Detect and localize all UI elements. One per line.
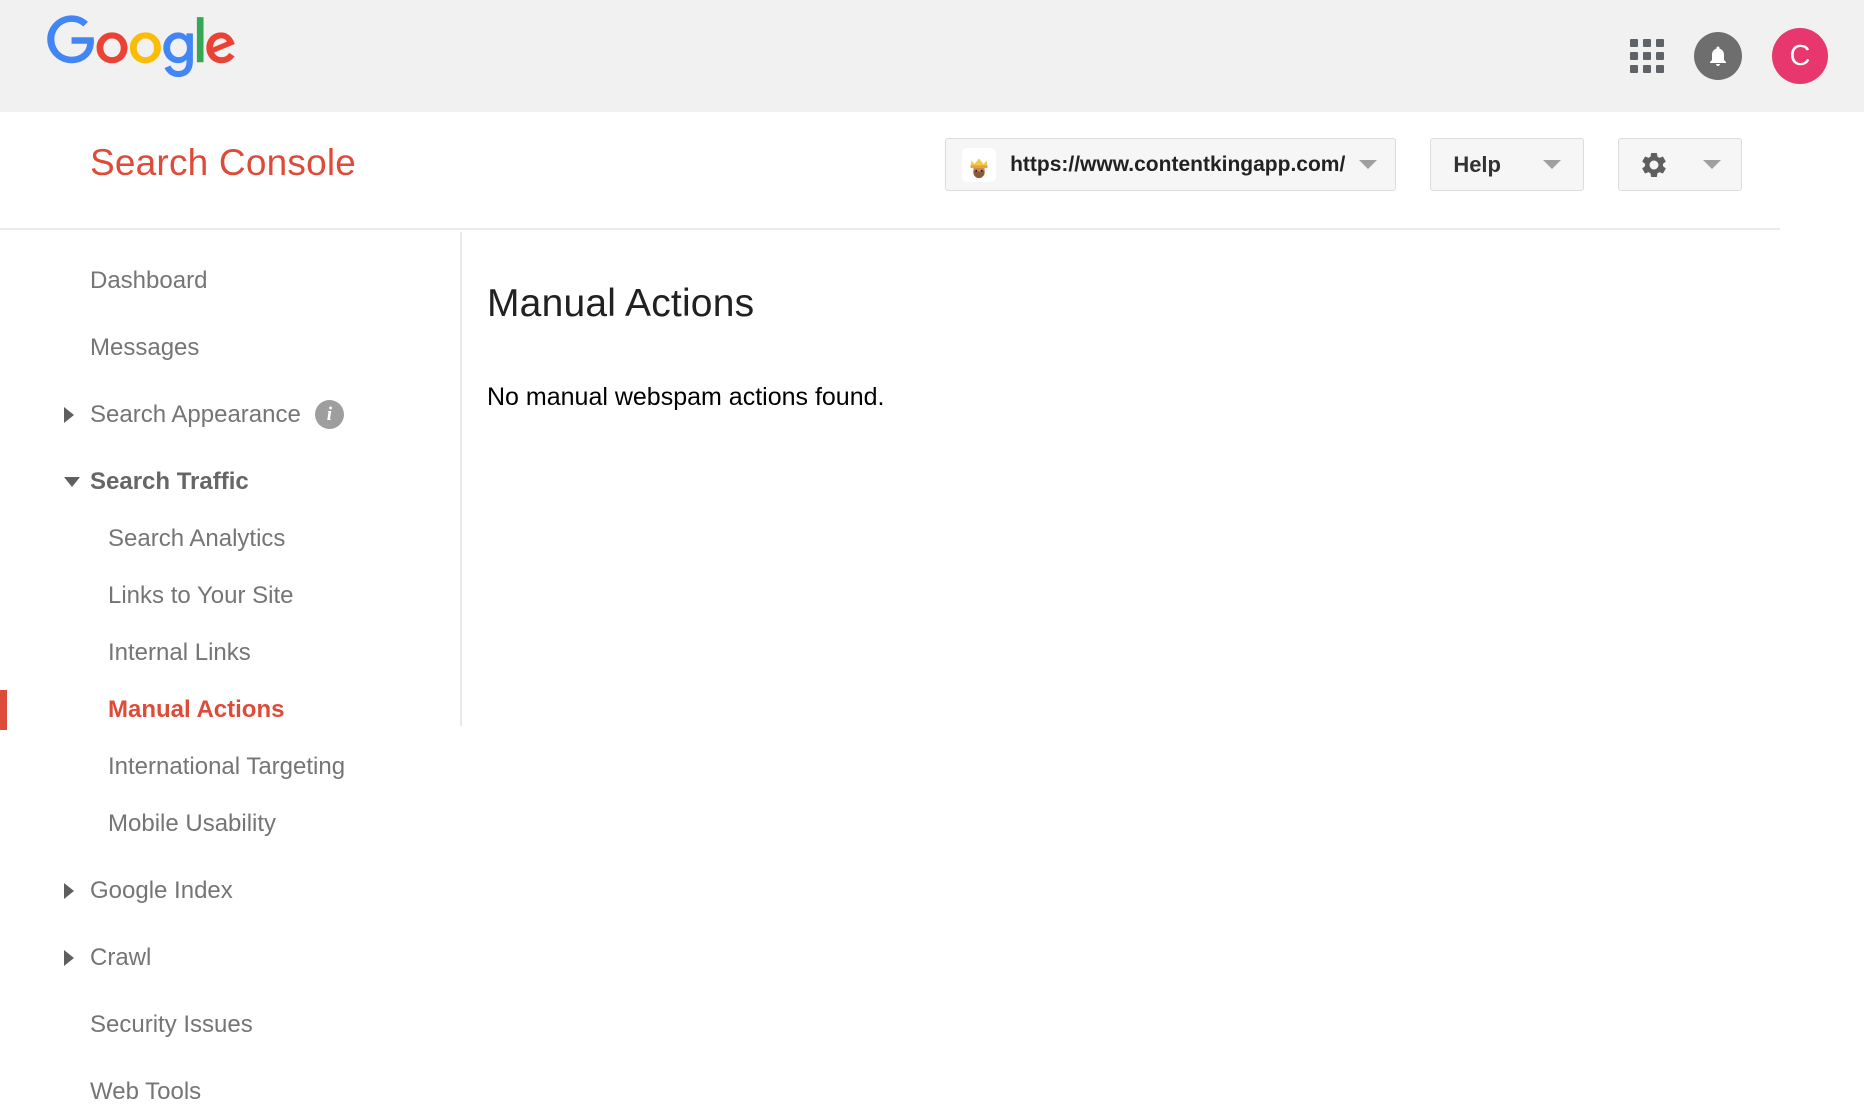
bell-icon [1706,43,1730,69]
sidebar-item-search-analytics[interactable]: Search Analytics [0,510,460,567]
chevron-right-icon [64,407,74,423]
sidebar-item-label: Search Analytics [108,525,285,553]
chevron-down-icon [1359,160,1377,169]
sidebar-item-label: Security Issues [90,1011,253,1039]
sidebar-item-web-tools[interactable]: Web Tools [0,1063,460,1120]
main-content: Manual Actions No manual webspam actions… [462,230,1864,1036]
sidebar-item-security-issues[interactable]: Security Issues [0,996,460,1053]
header-controls: https://www.contentkingapp.com/ Help [945,138,1742,191]
sidebar-item-international-targeting[interactable]: International Targeting [0,738,460,795]
info-icon[interactable]: i [315,400,344,429]
settings-button[interactable] [1618,138,1742,191]
sidebar-item-manual-actions[interactable]: Manual Actions [0,681,460,738]
spacer [0,986,460,996]
spacer [0,852,460,862]
sidebar-item-label: Messages [90,334,199,362]
sidebar-item-label: Google Index [90,877,233,905]
sidebar-item-label: Manual Actions [108,696,284,724]
sidebar-item-search-appearance[interactable]: Search Appearance i [0,386,460,443]
spacer [0,443,460,453]
sidebar-item-label: Search Appearance [90,401,301,429]
sidebar-item-messages[interactable]: Messages [0,319,460,376]
chevron-down-icon [64,477,80,487]
google-top-bar: C [0,0,1864,112]
chevron-down-icon [1543,160,1561,169]
sidebar-item-dashboard[interactable]: Dashboard [0,252,460,309]
avatar[interactable]: C [1772,28,1828,84]
search-console-header: Search Console https://www.contentkingap… [0,112,1864,230]
sidebar-item-internal-links[interactable]: Internal Links [0,624,460,681]
sidebar-item-mobile-usability[interactable]: Mobile Usability [0,795,460,852]
manual-actions-status-message: No manual webspam actions found. [487,383,1864,412]
chevron-down-icon [1703,160,1721,169]
chevron-right-icon [64,950,74,966]
apps-grid-icon[interactable] [1630,39,1664,73]
sidebar-item-label: Web Tools [90,1078,201,1106]
sidebar-item-label: Dashboard [90,267,207,295]
help-label: Help [1453,152,1501,178]
sidebar-item-label: Links to Your Site [108,582,293,610]
sidebar-item-label: Mobile Usability [108,810,276,838]
top-bar-actions: C [1630,0,1828,112]
property-url: https://www.contentkingapp.com/ [1010,153,1345,177]
avatar-initial: C [1790,40,1811,73]
spacer [0,309,460,319]
gear-icon [1639,150,1669,180]
page-title: Manual Actions [487,282,1864,326]
help-button[interactable]: Help [1430,138,1584,191]
sidebar-item-crawl[interactable]: Crawl [0,929,460,986]
spacer [0,376,460,386]
sidebar-item-google-index[interactable]: Google Index [0,862,460,919]
google-logo[interactable] [47,15,236,79]
sidebar-item-label: Internal Links [108,639,251,667]
notifications-button[interactable] [1694,32,1742,80]
crowned-king-favicon [962,148,996,182]
chevron-right-icon [64,883,74,899]
spacer [0,919,460,929]
sidebar-nav: Dashboard Messages Search Appearance i S… [0,230,460,1036]
sidebar-item-search-traffic[interactable]: Search Traffic [0,453,460,510]
sidebar-item-links-to-your-site[interactable]: Links to Your Site [0,567,460,624]
property-selector[interactable]: https://www.contentkingapp.com/ [945,138,1396,191]
sidebar-item-label: Search Traffic [90,468,249,496]
sidebar-item-label: International Targeting [108,753,345,781]
page-product-title[interactable]: Search Console [90,142,356,184]
spacer [0,1053,460,1063]
sidebar-item-label: Crawl [90,944,151,972]
